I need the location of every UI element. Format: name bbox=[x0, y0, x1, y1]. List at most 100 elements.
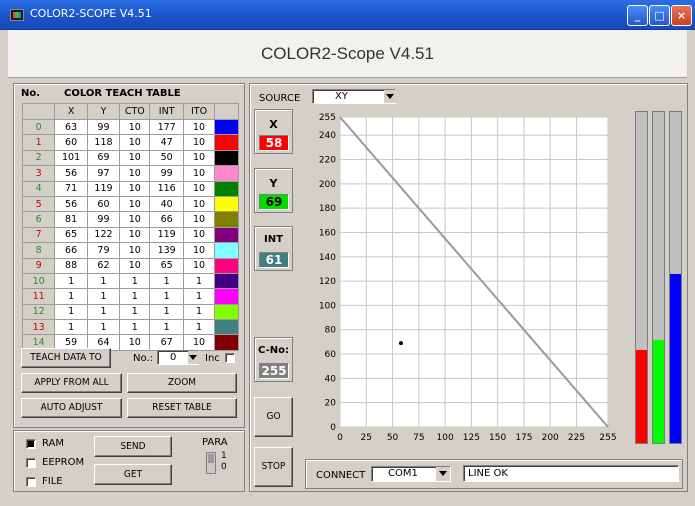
row-int[interactable]: 139 bbox=[149, 242, 184, 259]
row-y[interactable]: 1 bbox=[86, 272, 121, 290]
row-x[interactable]: 56 bbox=[54, 195, 88, 213]
row-cto[interactable]: 1 bbox=[119, 319, 151, 336]
row-cto[interactable]: 1 bbox=[119, 272, 151, 290]
row-cto[interactable]: 10 bbox=[119, 165, 151, 182]
row-number[interactable]: 11 bbox=[21, 288, 56, 305]
row-int[interactable]: 99 bbox=[149, 165, 184, 182]
row-cto[interactable]: 10 bbox=[119, 118, 151, 136]
row-int[interactable]: 119 bbox=[149, 226, 184, 244]
row-number[interactable]: 7 bbox=[21, 226, 56, 244]
row-int[interactable]: 1 bbox=[149, 288, 184, 305]
row-ito[interactable]: 10 bbox=[182, 334, 216, 351]
row-ito[interactable]: 10 bbox=[182, 165, 216, 182]
row-int[interactable]: 177 bbox=[149, 118, 184, 136]
para-toggle[interactable] bbox=[206, 452, 216, 474]
row-int[interactable]: 1 bbox=[149, 319, 184, 336]
row-ito[interactable]: 10 bbox=[182, 211, 216, 228]
row-cto[interactable]: 10 bbox=[119, 257, 151, 274]
row-ito[interactable]: 10 bbox=[182, 134, 216, 151]
teach-no-select[interactable]: 0 bbox=[157, 350, 199, 365]
go-button[interactable]: GO bbox=[254, 397, 293, 437]
row-int[interactable]: 66 bbox=[149, 211, 184, 228]
row-ito[interactable]: 1 bbox=[182, 319, 216, 336]
row-number[interactable]: 9 bbox=[21, 257, 56, 274]
row-y[interactable]: 69 bbox=[86, 149, 121, 167]
row-y[interactable]: 1 bbox=[86, 288, 121, 305]
row-cto[interactable]: 10 bbox=[119, 334, 151, 351]
port-select[interactable]: COM1 bbox=[371, 466, 451, 482]
row-int[interactable]: 65 bbox=[149, 257, 184, 274]
row-number[interactable]: 6 bbox=[21, 211, 56, 228]
row-number[interactable]: 5 bbox=[21, 195, 56, 213]
row-x[interactable]: 1 bbox=[54, 303, 88, 321]
row-number[interactable]: 8 bbox=[21, 242, 56, 259]
row-x[interactable]: 65 bbox=[54, 226, 88, 244]
row-y[interactable]: 122 bbox=[86, 226, 121, 244]
row-y[interactable]: 79 bbox=[86, 242, 121, 259]
row-int[interactable]: 47 bbox=[149, 134, 184, 151]
zoom-button[interactable]: ZOOM bbox=[127, 373, 237, 393]
get-button[interactable]: GET bbox=[94, 464, 172, 485]
row-cto[interactable]: 10 bbox=[119, 149, 151, 167]
row-number[interactable]: 2 bbox=[21, 149, 56, 167]
row-number[interactable]: 12 bbox=[21, 303, 56, 321]
row-ito[interactable]: 10 bbox=[182, 180, 216, 197]
apply-from-all-button[interactable]: APPLY FROM ALL bbox=[21, 373, 122, 393]
row-y[interactable]: 62 bbox=[86, 257, 121, 274]
eeprom-checkbox[interactable] bbox=[26, 458, 36, 468]
row-number[interactable]: 0 bbox=[21, 118, 56, 136]
row-y[interactable]: 119 bbox=[86, 180, 121, 197]
row-cto[interactable]: 10 bbox=[119, 134, 151, 151]
row-int[interactable]: 40 bbox=[149, 195, 184, 213]
table-row[interactable]: 2 101 69 10 50 10 bbox=[21, 149, 239, 167]
row-number[interactable]: 13 bbox=[21, 319, 56, 336]
row-ito[interactable]: 10 bbox=[182, 257, 216, 274]
row-x[interactable]: 66 bbox=[54, 242, 88, 259]
table-row[interactable]: 10 1 1 1 1 1 bbox=[21, 272, 239, 290]
row-ito[interactable]: 10 bbox=[182, 242, 216, 259]
row-x[interactable]: 88 bbox=[54, 257, 88, 274]
row-int[interactable]: 50 bbox=[149, 149, 184, 167]
row-int[interactable]: 67 bbox=[149, 334, 184, 351]
row-cto[interactable]: 10 bbox=[119, 242, 151, 259]
row-x[interactable]: 63 bbox=[54, 118, 88, 136]
row-y[interactable]: 97 bbox=[86, 165, 121, 182]
table-row[interactable]: 11 1 1 1 1 1 bbox=[21, 288, 239, 305]
row-y[interactable]: 1 bbox=[86, 303, 121, 321]
reset-table-button[interactable]: RESET TABLE bbox=[127, 398, 237, 418]
row-int[interactable]: 1 bbox=[149, 272, 184, 290]
row-x[interactable]: 60 bbox=[54, 134, 88, 151]
row-cto[interactable]: 10 bbox=[119, 211, 151, 228]
table-row[interactable]: 13 1 1 1 1 1 bbox=[21, 319, 239, 336]
row-number[interactable]: 10 bbox=[21, 272, 56, 290]
table-row[interactable]: 8 66 79 10 139 10 bbox=[21, 242, 239, 259]
row-ito[interactable]: 1 bbox=[182, 288, 216, 305]
maximize-button[interactable]: □ bbox=[649, 5, 670, 26]
teach-data-button[interactable]: TEACH DATA TO bbox=[21, 348, 111, 368]
ram-checkbox[interactable] bbox=[26, 439, 36, 449]
table-row[interactable]: 5 56 60 10 40 10 bbox=[21, 195, 239, 213]
send-button[interactable]: SEND bbox=[94, 436, 172, 457]
table-row[interactable]: 12 1 1 1 1 1 bbox=[21, 303, 239, 321]
row-cto[interactable]: 10 bbox=[119, 226, 151, 244]
table-row[interactable]: 7 65 122 10 119 10 bbox=[21, 226, 239, 244]
row-x[interactable]: 1 bbox=[54, 288, 88, 305]
row-x[interactable]: 101 bbox=[54, 149, 88, 167]
table-row[interactable]: 3 56 97 10 99 10 bbox=[21, 165, 239, 182]
row-int[interactable]: 1 bbox=[149, 303, 184, 321]
row-ito[interactable]: 10 bbox=[182, 195, 216, 213]
stop-button[interactable]: STOP bbox=[254, 447, 293, 487]
row-cto[interactable]: 10 bbox=[119, 195, 151, 213]
row-ito[interactable]: 1 bbox=[182, 303, 216, 321]
row-ito[interactable]: 1 bbox=[182, 272, 216, 290]
row-ito[interactable]: 10 bbox=[182, 118, 216, 136]
table-row[interactable]: 4 71 119 10 116 10 bbox=[21, 180, 239, 197]
close-button[interactable]: × bbox=[671, 5, 692, 26]
inc-checkbox[interactable] bbox=[225, 353, 235, 363]
row-y[interactable]: 118 bbox=[86, 134, 121, 151]
row-cto[interactable]: 1 bbox=[119, 303, 151, 321]
table-row[interactable]: 9 88 62 10 65 10 bbox=[21, 257, 239, 274]
table-row[interactable]: 6 81 99 10 66 10 bbox=[21, 211, 239, 228]
row-x[interactable]: 1 bbox=[54, 272, 88, 290]
auto-adjust-button[interactable]: AUTO ADJUST bbox=[21, 398, 122, 418]
